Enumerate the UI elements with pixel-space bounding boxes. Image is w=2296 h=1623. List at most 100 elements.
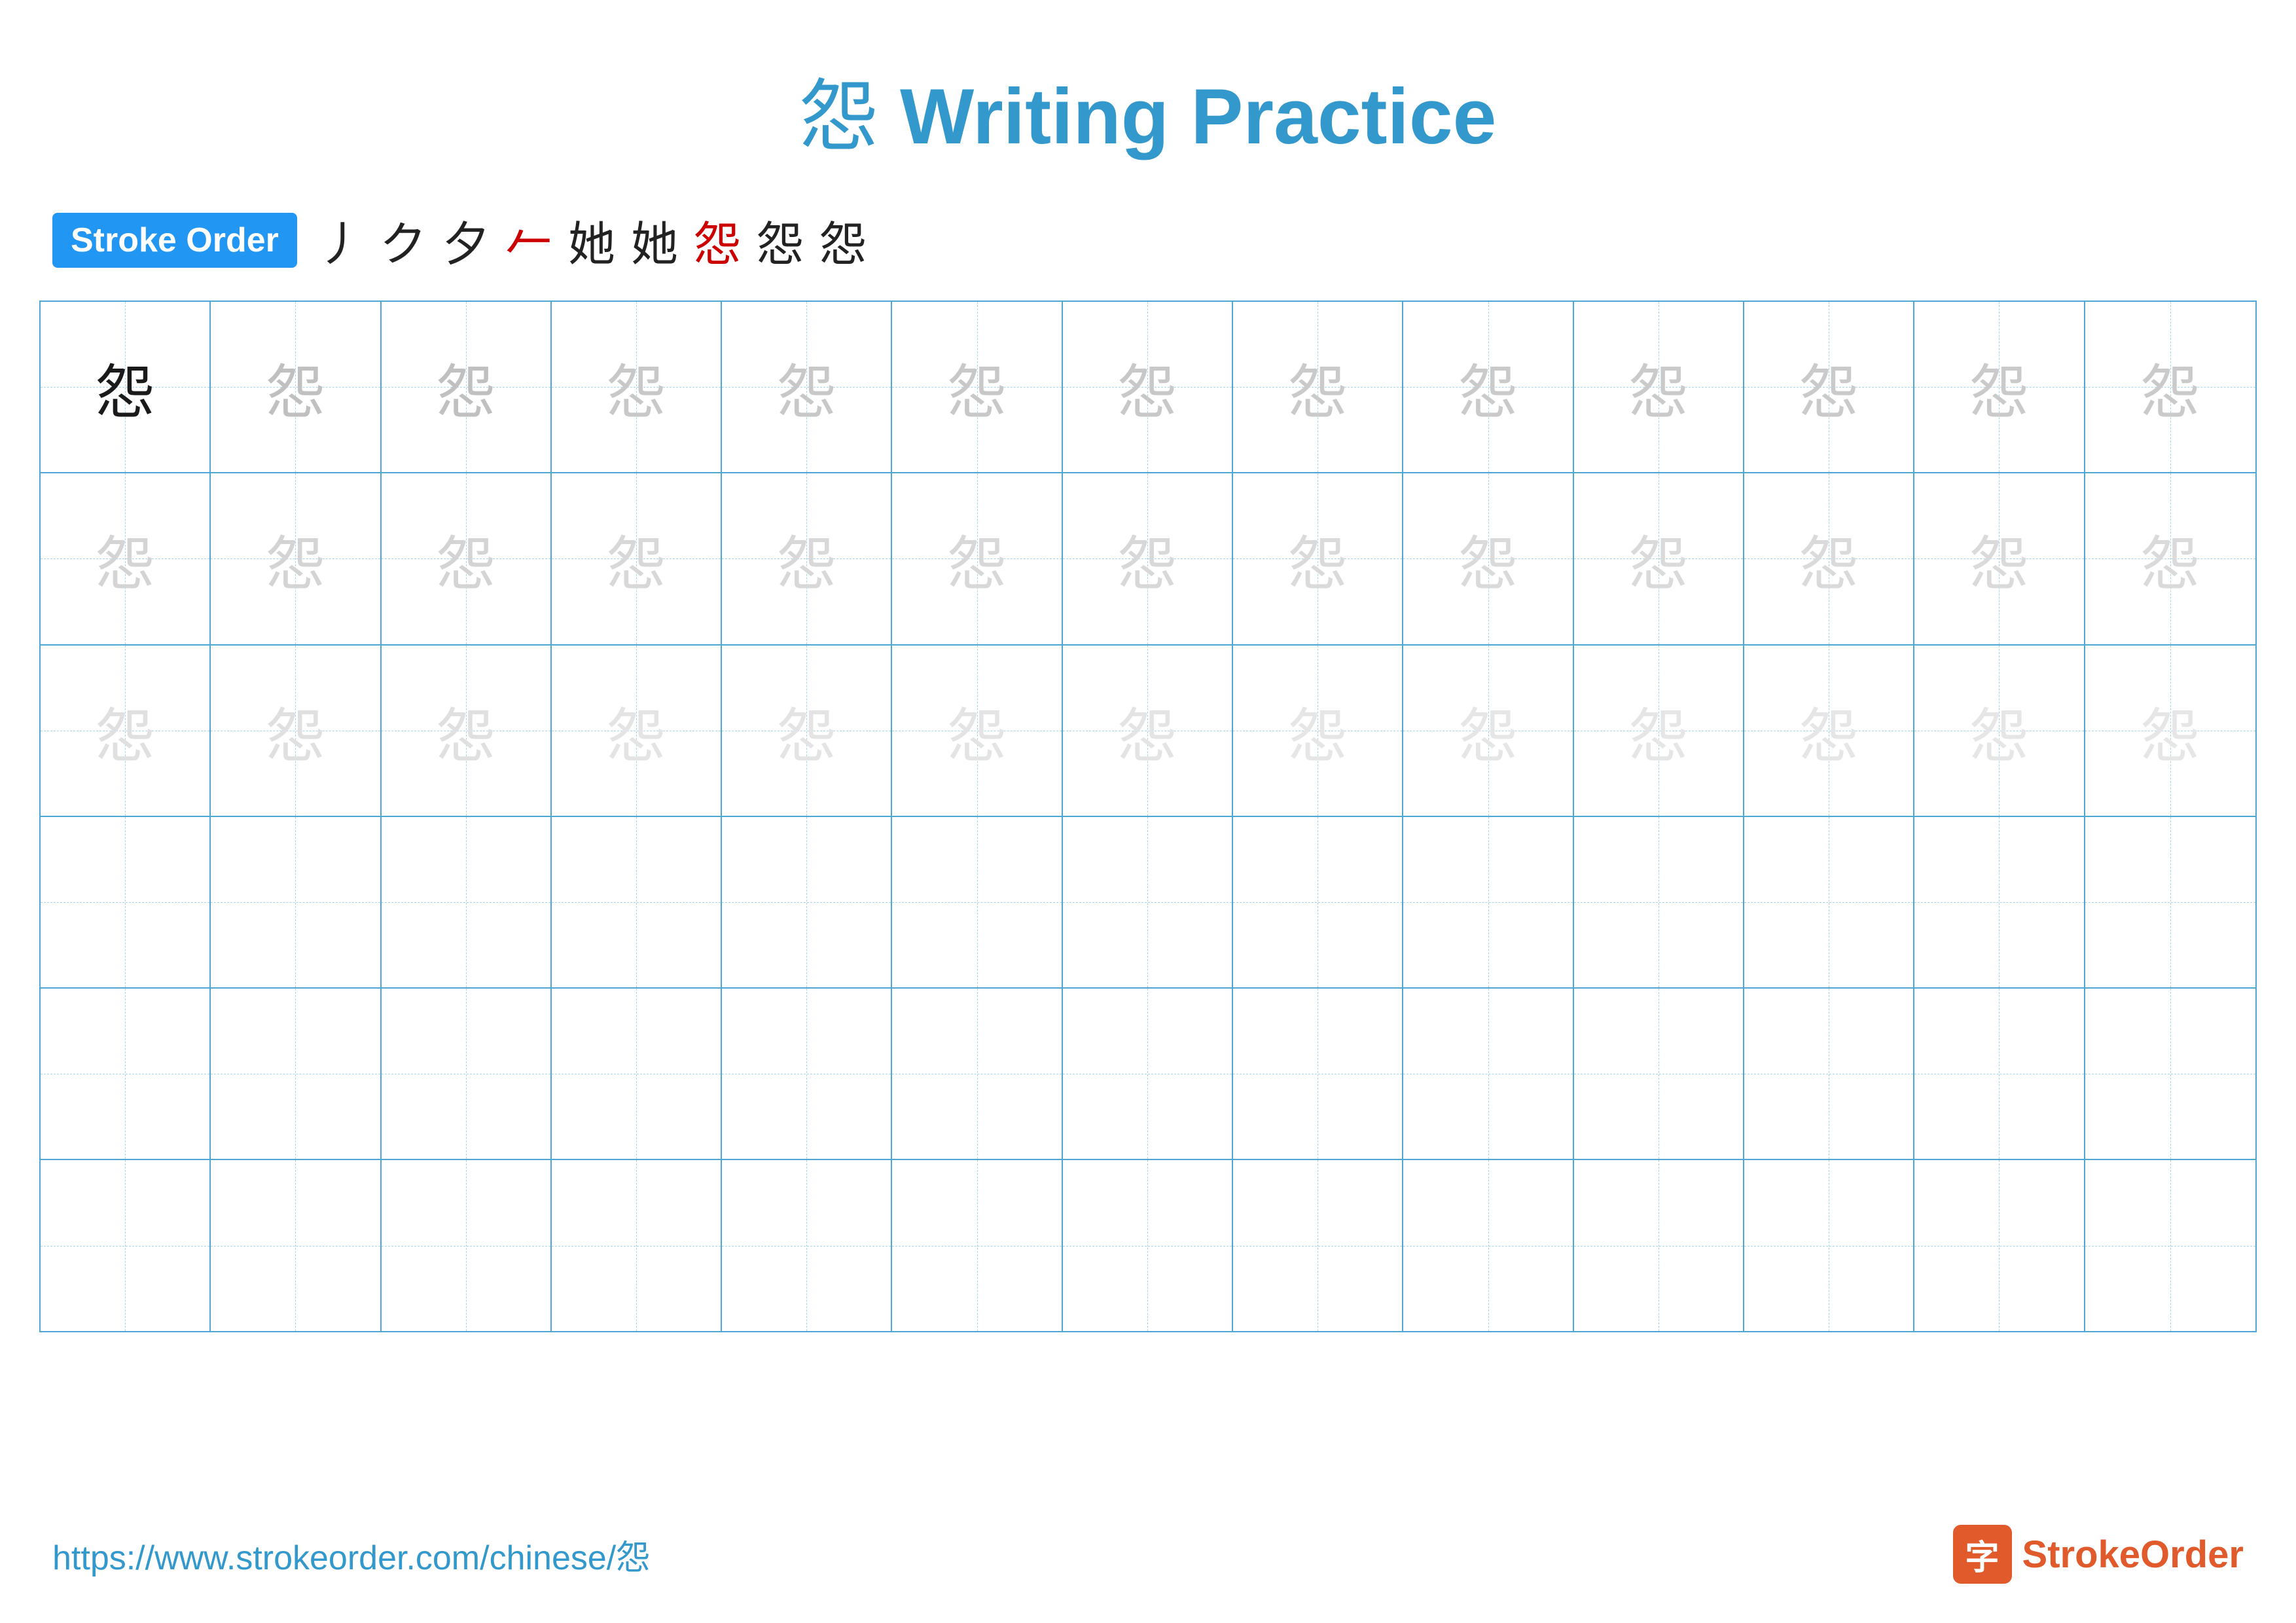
grid-cell[interactable]: 怨	[722, 646, 892, 816]
grid-cell[interactable]	[722, 989, 892, 1159]
grid-cell[interactable]	[1403, 817, 1573, 987]
grid-cell[interactable]	[1744, 989, 1914, 1159]
grid-cell[interactable]	[1063, 1160, 1233, 1330]
grid-cell[interactable]: 怨	[2085, 302, 2255, 472]
grid-cell[interactable]	[1914, 1160, 2085, 1330]
cell-char: 怨	[266, 688, 325, 773]
grid-cell[interactable]: 怨	[1403, 646, 1573, 816]
grid-cell[interactable]	[1233, 817, 1403, 987]
grid-cell[interactable]: 怨	[1063, 473, 1233, 644]
grid-cell[interactable]: 怨	[722, 473, 892, 644]
grid-cell[interactable]	[2085, 989, 2255, 1159]
grid-cell[interactable]: 怨	[1744, 473, 1914, 644]
grid-cell[interactable]: 怨	[892, 646, 1062, 816]
stroke-seq-4: 𠂉	[505, 206, 552, 274]
grid-cell[interactable]	[41, 1160, 211, 1330]
grid-cell[interactable]	[1744, 1160, 1914, 1330]
cell-char: 怨	[1629, 344, 1688, 429]
page-title: 怨 Writing Practice	[0, 0, 2296, 192]
footer-logo-stroke: Stroke	[2022, 1533, 2141, 1576]
cell-char: 怨	[1799, 688, 1858, 773]
grid-cell[interactable]	[552, 817, 722, 987]
grid-cell[interactable]: 怨	[1914, 646, 2085, 816]
grid-cell[interactable]	[1063, 989, 1233, 1159]
grid-cell[interactable]	[211, 1160, 381, 1330]
stroke-seq-1: 丿	[317, 206, 364, 274]
footer-logo-text: StrokeOrder	[2022, 1533, 2244, 1577]
grid-cell[interactable]	[552, 1160, 722, 1330]
grid-cell[interactable]	[1574, 1160, 1744, 1330]
grid-cell[interactable]	[211, 817, 381, 987]
grid-cell[interactable]: 怨	[382, 302, 552, 472]
cell-char: 怨	[1629, 516, 1688, 601]
grid-cell[interactable]	[892, 817, 1062, 987]
grid-cell[interactable]	[1403, 989, 1573, 1159]
grid-cell[interactable]: 怨	[1403, 473, 1573, 644]
grid-cell[interactable]	[41, 817, 211, 987]
grid-cell[interactable]: 怨	[1233, 646, 1403, 816]
grid-cell[interactable]	[722, 1160, 892, 1330]
grid-cell[interactable]: 怨	[211, 302, 381, 472]
grid-cell[interactable]: 怨	[41, 473, 211, 644]
grid-cell[interactable]	[892, 1160, 1062, 1330]
grid-cell[interactable]	[211, 989, 381, 1159]
cell-char: 怨	[1969, 688, 2028, 773]
grid-cell[interactable]	[1914, 989, 2085, 1159]
grid-cell[interactable]	[1233, 1160, 1403, 1330]
grid-cell[interactable]	[41, 989, 211, 1159]
grid-cell[interactable]: 怨	[382, 646, 552, 816]
grid-cell[interactable]: 怨	[892, 473, 1062, 644]
grid-cell[interactable]: 怨	[1914, 302, 2085, 472]
grid-cell[interactable]: 怨	[41, 646, 211, 816]
grid-cell[interactable]: 怨	[382, 473, 552, 644]
grid-cell[interactable]	[1914, 817, 2085, 987]
grid-cell[interactable]	[1744, 817, 1914, 987]
grid-cell[interactable]: 怨	[1744, 646, 1914, 816]
footer-logo-icon: 字	[1953, 1525, 2012, 1584]
grid-cell[interactable]: 怨	[1063, 302, 1233, 472]
grid-cell[interactable]	[382, 817, 552, 987]
grid-cell[interactable]: 怨	[722, 302, 892, 472]
grid-cell[interactable]: 怨	[1403, 302, 1573, 472]
grid-cell[interactable]	[552, 989, 722, 1159]
grid-cell[interactable]: 怨	[552, 302, 722, 472]
stroke-sequence: 丿 ク 夕 𠂉 她 她 怨 怨 怨	[317, 206, 867, 274]
grid-cell[interactable]: 怨	[1574, 302, 1744, 472]
grid-cell[interactable]: 怨	[552, 646, 722, 816]
cell-char: 怨	[607, 688, 666, 773]
grid-cell[interactable]: 怨	[1063, 646, 1233, 816]
cell-char: 怨	[1118, 516, 1177, 601]
grid-cell[interactable]	[1063, 817, 1233, 987]
grid-cell[interactable]: 怨	[211, 646, 381, 816]
cell-char: 怨	[96, 688, 154, 773]
cell-char: 怨	[1969, 516, 2028, 601]
grid-cell[interactable]: 怨	[1744, 302, 1914, 472]
grid-cell[interactable]	[1574, 817, 1744, 987]
grid-cell[interactable]: 怨	[41, 302, 211, 472]
grid-cell[interactable]	[382, 1160, 552, 1330]
stroke-order-row: Stroke Order 丿 ク 夕 𠂉 她 她 怨 怨 怨	[0, 192, 2296, 301]
cell-char: 怨	[948, 344, 1007, 429]
grid-cell[interactable]: 怨	[211, 473, 381, 644]
grid-cell[interactable]: 怨	[1233, 302, 1403, 472]
grid-cell[interactable]	[892, 989, 1062, 1159]
stroke-seq-3: 夕	[442, 206, 490, 274]
grid-cell[interactable]: 怨	[2085, 473, 2255, 644]
grid-cell[interactable]: 怨	[1914, 473, 2085, 644]
grid-cell[interactable]	[382, 989, 552, 1159]
grid-cell[interactable]: 怨	[552, 473, 722, 644]
cell-char: 怨	[266, 344, 325, 429]
grid-cell[interactable]: 怨	[2085, 646, 2255, 816]
grid-cell[interactable]	[2085, 1160, 2255, 1330]
grid-row-4	[41, 817, 2255, 989]
grid-cell[interactable]: 怨	[1574, 646, 1744, 816]
grid-cell[interactable]: 怨	[1574, 473, 1744, 644]
grid-cell[interactable]	[1574, 989, 1744, 1159]
cell-char: 怨	[1969, 344, 2028, 429]
grid-cell[interactable]	[2085, 817, 2255, 987]
grid-cell[interactable]	[1233, 989, 1403, 1159]
grid-cell[interactable]: 怨	[892, 302, 1062, 472]
grid-cell[interactable]	[1403, 1160, 1573, 1330]
grid-cell[interactable]: 怨	[1233, 473, 1403, 644]
grid-cell[interactable]	[722, 817, 892, 987]
